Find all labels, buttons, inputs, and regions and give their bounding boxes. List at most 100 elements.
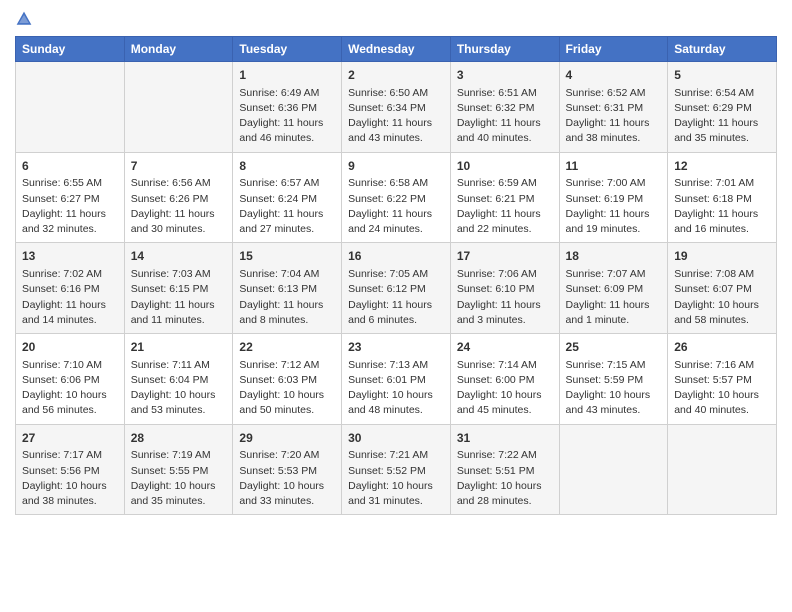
day-info: Sunrise: 7:02 AMSunset: 6:16 PMDaylight:… [22, 267, 118, 328]
calendar-cell: 5 Sunrise: 6:54 AMSunset: 6:29 PMDaylight… [668, 62, 777, 153]
day-number: 19 [674, 248, 770, 265]
day-info: Sunrise: 7:03 AMSunset: 6:15 PMDaylight:… [131, 267, 227, 328]
day-info: Sunrise: 7:10 AMSunset: 6:06 PMDaylight:… [22, 358, 118, 419]
weekday-header-wednesday: Wednesday [342, 37, 451, 62]
calendar-cell: 10Sunrise: 6:59 AMSunset: 6:21 PMDayligh… [450, 152, 559, 243]
calendar-cell: 25 Sunrise: 7:15 AMSunset: 5:59 PMDayligh… [559, 334, 668, 425]
calendar-cell: 12Sunrise: 7:01 AMSunset: 6:18 PMDayligh… [668, 152, 777, 243]
weekday-header-saturday: Saturday [668, 37, 777, 62]
day-number: 11 [566, 158, 662, 175]
logo [15, 10, 37, 28]
day-number: 15 [239, 248, 335, 265]
calendar-cell: 21 Sunrise: 7:11 AMSunset: 6:04 PMDayligh… [124, 334, 233, 425]
day-number: 16 [348, 248, 444, 265]
calendar-cell: 15 Sunrise: 7:04 AMSunset: 6:13 PMDayligh… [233, 243, 342, 334]
day-info: Sunrise: 7:07 AMSunset: 6:09 PMDaylight:… [566, 267, 662, 328]
day-info: Sunrise: 7:15 AMSunset: 5:59 PMDaylight:… [566, 358, 662, 419]
calendar-cell: 22 Sunrise: 7:12 AMSunset: 6:03 PMDayligh… [233, 334, 342, 425]
logo-icon [15, 10, 33, 28]
calendar-cell: 9Sunrise: 6:58 AMSunset: 6:22 PMDaylight… [342, 152, 451, 243]
day-number: 23 [348, 339, 444, 356]
day-info: Sunrise: 7:05 AMSunset: 6:12 PMDaylight:… [348, 267, 444, 328]
calendar-cell: 24 Sunrise: 7:14 AMSunset: 6:00 PMDayligh… [450, 334, 559, 425]
calendar-cell: 26 Sunrise: 7:16 AMSunset: 5:57 PMDayligh… [668, 334, 777, 425]
day-info: Sunrise: 7:00 AMSunset: 6:19 PMDaylight:… [566, 176, 662, 237]
calendar-cell [124, 62, 233, 153]
day-number: 26 [674, 339, 770, 356]
day-info: Sunrise: 7:22 AMSunset: 5:51 PMDaylight:… [457, 448, 553, 509]
day-info: Sunrise: 6:54 AMSunset: 6:29 PMDaylight:… [674, 86, 770, 147]
day-number: 17 [457, 248, 553, 265]
day-number: 2 [348, 67, 444, 84]
calendar-cell: 31Sunrise: 7:22 AMSunset: 5:51 PMDayligh… [450, 424, 559, 515]
page-header [15, 10, 777, 28]
calendar-cell: 19 Sunrise: 7:08 AMSunset: 6:07 PMDayligh… [668, 243, 777, 334]
calendar-cell: 3Sunrise: 6:51 AMSunset: 6:32 PMDaylight… [450, 62, 559, 153]
calendar-cell: 17 Sunrise: 7:06 AMSunset: 6:10 PMDayligh… [450, 243, 559, 334]
calendar-cell: 2 Sunrise: 6:50 AMSunset: 6:34 PMDaylight… [342, 62, 451, 153]
weekday-header-monday: Monday [124, 37, 233, 62]
day-number: 10 [457, 158, 553, 175]
weekday-header-thursday: Thursday [450, 37, 559, 62]
day-info: Sunrise: 6:50 AMSunset: 6:34 PMDaylight:… [348, 86, 444, 147]
day-info: Sunrise: 6:57 AMSunset: 6:24 PMDaylight:… [239, 176, 335, 237]
day-info: Sunrise: 7:16 AMSunset: 5:57 PMDaylight:… [674, 358, 770, 419]
weekday-header-friday: Friday [559, 37, 668, 62]
day-info: Sunrise: 7:01 AMSunset: 6:18 PMDaylight:… [674, 176, 770, 237]
calendar-cell: 29Sunrise: 7:20 AMSunset: 5:53 PMDayligh… [233, 424, 342, 515]
calendar-cell: 30Sunrise: 7:21 AMSunset: 5:52 PMDayligh… [342, 424, 451, 515]
day-info: Sunrise: 7:13 AMSunset: 6:01 PMDaylight:… [348, 358, 444, 419]
calendar-cell [559, 424, 668, 515]
calendar-cell: 6Sunrise: 6:55 AMSunset: 6:27 PMDaylight… [16, 152, 125, 243]
day-info: Sunrise: 6:52 AMSunset: 6:31 PMDaylight:… [566, 86, 662, 147]
day-number: 21 [131, 339, 227, 356]
day-number: 22 [239, 339, 335, 356]
calendar-cell [668, 424, 777, 515]
day-number: 25 [566, 339, 662, 356]
day-number: 18 [566, 248, 662, 265]
day-number: 31 [457, 430, 553, 447]
day-info: Sunrise: 7:06 AMSunset: 6:10 PMDaylight:… [457, 267, 553, 328]
day-number: 30 [348, 430, 444, 447]
day-info: Sunrise: 7:12 AMSunset: 6:03 PMDaylight:… [239, 358, 335, 419]
calendar-cell: 13 Sunrise: 7:02 AMSunset: 6:16 PMDayligh… [16, 243, 125, 334]
day-info: Sunrise: 6:58 AMSunset: 6:22 PMDaylight:… [348, 176, 444, 237]
day-info: Sunrise: 7:17 AMSunset: 5:56 PMDaylight:… [22, 448, 118, 509]
calendar-cell: 27Sunrise: 7:17 AMSunset: 5:56 PMDayligh… [16, 424, 125, 515]
calendar-week-4: 20Sunrise: 7:10 AMSunset: 6:06 PMDayligh… [16, 334, 777, 425]
day-number: 12 [674, 158, 770, 175]
calendar-cell: 11Sunrise: 7:00 AMSunset: 6:19 PMDayligh… [559, 152, 668, 243]
day-info: Sunrise: 7:04 AMSunset: 6:13 PMDaylight:… [239, 267, 335, 328]
calendar-cell: 20Sunrise: 7:10 AMSunset: 6:06 PMDayligh… [16, 334, 125, 425]
day-info: Sunrise: 7:11 AMSunset: 6:04 PMDaylight:… [131, 358, 227, 419]
day-info: Sunrise: 7:08 AMSunset: 6:07 PMDaylight:… [674, 267, 770, 328]
day-info: Sunrise: 7:14 AMSunset: 6:00 PMDaylight:… [457, 358, 553, 419]
day-number: 28 [131, 430, 227, 447]
day-number: 9 [348, 158, 444, 175]
day-info: Sunrise: 6:51 AMSunset: 6:32 PMDaylight:… [457, 86, 553, 147]
calendar-cell: 28Sunrise: 7:19 AMSunset: 5:55 PMDayligh… [124, 424, 233, 515]
day-number: 14 [131, 248, 227, 265]
day-info: Sunrise: 6:56 AMSunset: 6:26 PMDaylight:… [131, 176, 227, 237]
day-number: 5 [674, 67, 770, 84]
calendar-header: SundayMondayTuesdayWednesdayThursdayFrid… [16, 37, 777, 62]
calendar-week-1: 1 Sunrise: 6:49 AMSunset: 6:36 PMDaylight… [16, 62, 777, 153]
day-info: Sunrise: 6:59 AMSunset: 6:21 PMDaylight:… [457, 176, 553, 237]
calendar-cell: 8Sunrise: 6:57 AMSunset: 6:24 PMDaylight… [233, 152, 342, 243]
weekday-header-tuesday: Tuesday [233, 37, 342, 62]
day-number: 1 [239, 67, 335, 84]
day-number: 27 [22, 430, 118, 447]
day-number: 13 [22, 248, 118, 265]
calendar-week-5: 27Sunrise: 7:17 AMSunset: 5:56 PMDayligh… [16, 424, 777, 515]
calendar-cell: 23 Sunrise: 7:13 AMSunset: 6:01 PMDayligh… [342, 334, 451, 425]
day-number: 7 [131, 158, 227, 175]
day-info: Sunrise: 7:20 AMSunset: 5:53 PMDaylight:… [239, 448, 335, 509]
day-number: 8 [239, 158, 335, 175]
day-number: 6 [22, 158, 118, 175]
day-number: 24 [457, 339, 553, 356]
day-info: Sunrise: 7:19 AMSunset: 5:55 PMDaylight:… [131, 448, 227, 509]
calendar-cell: 7Sunrise: 6:56 AMSunset: 6:26 PMDaylight… [124, 152, 233, 243]
calendar-cell: 1 Sunrise: 6:49 AMSunset: 6:36 PMDaylight… [233, 62, 342, 153]
day-number: 4 [566, 67, 662, 84]
day-info: Sunrise: 6:49 AMSunset: 6:36 PMDaylight:… [239, 86, 335, 147]
